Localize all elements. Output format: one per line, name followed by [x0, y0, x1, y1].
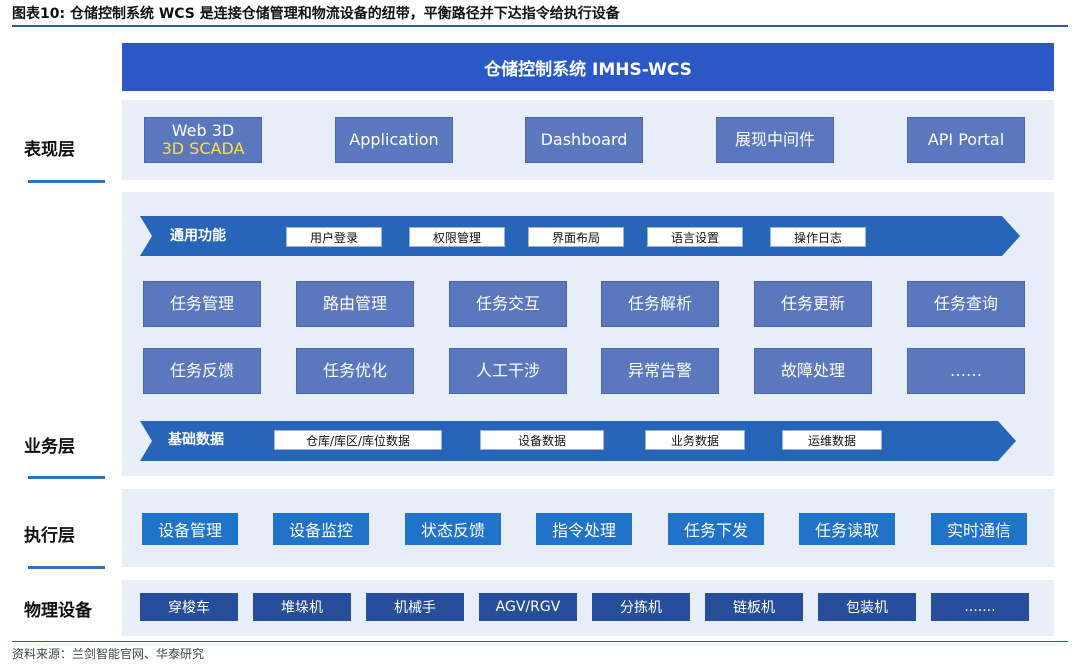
common-function-chip: 用户登录	[286, 227, 382, 247]
presentation-item-web3d: Web 3D 3D SCADA	[144, 117, 262, 163]
business-item: 异常告警	[601, 348, 719, 394]
system-banner: 仓储控制系统 IMHS-WCS	[122, 43, 1054, 91]
execution-item: 任务下发	[668, 513, 764, 545]
presentation-item-label: API Portal	[927, 129, 1005, 149]
presentation-item-dashboard: Dashboard	[525, 117, 643, 163]
layer-label-physical: 物理设备	[24, 601, 92, 621]
business-item: 任务更新	[754, 281, 872, 327]
business-item: 任务交互	[449, 281, 567, 327]
execution-item: 设备管理	[142, 513, 238, 545]
device-item: AGV/RGV	[479, 593, 577, 621]
business-item: 故障处理	[754, 348, 872, 394]
presentation-item-label: Web 3D	[171, 120, 235, 140]
base-data-title: 基础数据	[168, 432, 224, 448]
device-item: 堆垛机	[253, 593, 351, 621]
base-data-chip: 设备数据	[480, 430, 604, 450]
common-function-chip: 操作日志	[770, 227, 866, 247]
common-function-chip: 语言设置	[647, 227, 743, 247]
business-item: 任务优化	[296, 348, 414, 394]
business-item: 任务管理	[143, 281, 261, 327]
device-item-ellipsis: .......	[931, 593, 1029, 621]
layer-divider	[28, 180, 105, 183]
execution-item: 状态反馈	[405, 513, 501, 545]
layer-label-execution: 执行层	[24, 526, 75, 546]
layer-label-business: 业务层	[24, 437, 75, 457]
business-item: 任务解析	[601, 281, 719, 327]
base-data-chip: 仓库/库区/库位数据	[274, 430, 442, 450]
presentation-item-api-portal: API Portal	[907, 117, 1025, 163]
source-note: 资料来源：兰剑智能官网、华泰研究	[12, 647, 205, 661]
device-item: 链板机	[705, 593, 803, 621]
execution-item: 任务读取	[799, 513, 895, 545]
device-item: 穿梭车	[140, 593, 238, 621]
presentation-item-middleware: 展现中间件	[716, 117, 834, 163]
device-item: 包装机	[818, 593, 916, 621]
footer-divider	[12, 641, 1068, 642]
title-divider	[12, 25, 1068, 27]
layer-label-presentation: 表现层	[24, 140, 75, 160]
base-data-chip: 运维数据	[782, 430, 882, 450]
execution-item: 指令处理	[536, 513, 632, 545]
business-item: 人工干涉	[449, 348, 567, 394]
business-item-ellipsis: ……	[907, 348, 1025, 394]
presentation-item-label: Application	[349, 129, 439, 149]
device-item: 分拣机	[592, 593, 690, 621]
common-function-chip: 权限管理	[409, 227, 505, 247]
presentation-item-application: Application	[335, 117, 453, 163]
execution-item: 实时通信	[931, 513, 1027, 545]
presentation-item-sublabel: 3D SCADA	[161, 139, 245, 158]
common-function-chip: 界面布局	[528, 227, 624, 247]
business-item: 任务查询	[907, 281, 1025, 327]
system-banner-title: 仓储控制系统 IMHS-WCS	[484, 59, 692, 80]
business-item: 任务反馈	[143, 348, 261, 394]
presentation-item-label: 展现中间件	[734, 129, 815, 149]
common-functions-title: 通用功能	[170, 228, 226, 244]
layer-divider	[28, 566, 105, 569]
figure-title: 图表10: 仓储控制系统 WCS 是连接仓储管理和物流设备的纽带，平衡路径并下达…	[12, 6, 620, 22]
execution-item: 设备监控	[273, 513, 369, 545]
presentation-item-label: Dashboard	[540, 129, 628, 149]
base-data-chip: 业务数据	[645, 430, 745, 450]
layer-divider	[28, 476, 105, 479]
device-item: 机械手	[366, 593, 464, 621]
business-item: 路由管理	[296, 281, 414, 327]
